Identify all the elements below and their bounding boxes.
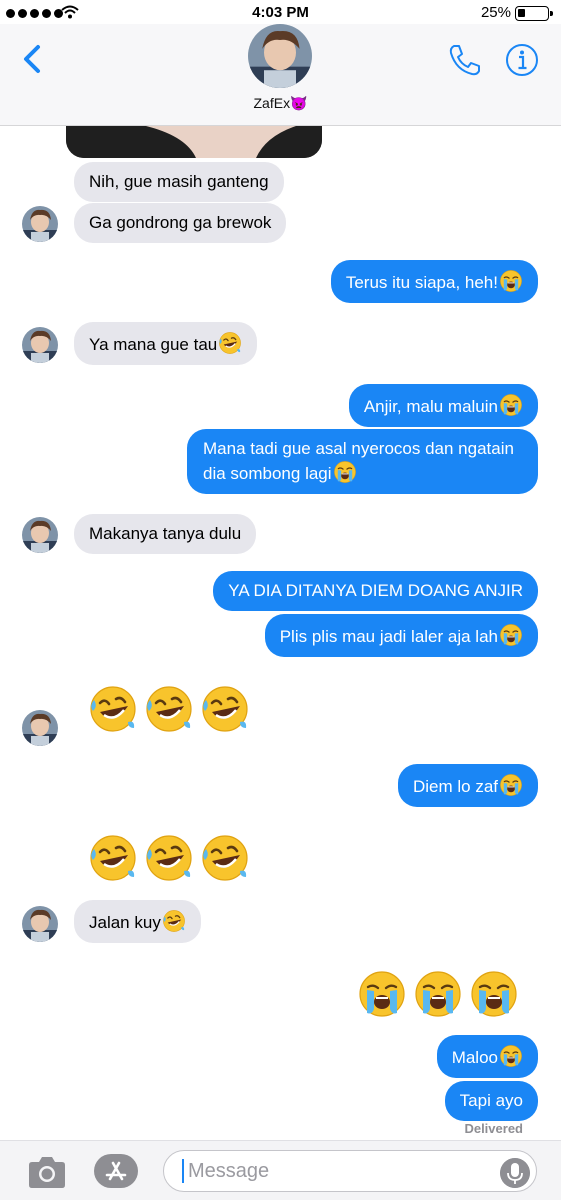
crying-emoji-icon xyxy=(333,460,356,484)
sender-avatar[interactable] xyxy=(22,206,58,242)
rofl-emoji-icon xyxy=(145,834,193,882)
incoming-message[interactable]: Makanya tanya dulu xyxy=(74,514,257,554)
sender-avatar[interactable] xyxy=(22,327,58,363)
battery-percentage: 25% xyxy=(480,4,511,21)
message-text: Mana tadi gue asal nyerocos dan ngatain … xyxy=(203,439,514,483)
rofl-emoji-icon xyxy=(162,909,186,933)
text-cursor xyxy=(182,1159,184,1183)
rofl-emoji-icon xyxy=(89,834,137,882)
message-text: Tapi ayo xyxy=(459,1091,523,1110)
delivered-status: Delivered xyxy=(464,1121,523,1136)
crying-emoji-icon xyxy=(499,393,523,417)
crying-emoji-icon xyxy=(414,970,462,1018)
message-text: Anjir, malu maluin xyxy=(363,397,498,416)
incoming-message[interactable]: Nih, gue masih ganteng xyxy=(74,162,284,202)
message-input[interactable] xyxy=(163,1150,537,1192)
sender-avatar[interactable] xyxy=(22,517,58,553)
message-text: Ya mana gue tau xyxy=(89,335,218,354)
camera-icon[interactable] xyxy=(26,1155,68,1191)
incoming-message[interactable]: Ya mana gue tau xyxy=(74,322,258,365)
outgoing-message[interactable]: Diem lo zaf xyxy=(397,764,538,807)
message-text: Jalan kuy xyxy=(89,913,161,932)
message-text: Maloo xyxy=(451,1048,498,1067)
sender-avatar[interactable] xyxy=(22,906,58,942)
crying-emoji-icon xyxy=(499,1044,523,1068)
crying-emoji-icon xyxy=(499,773,523,797)
incoming-message[interactable]: Jalan kuy xyxy=(74,900,201,943)
shared-photo-image xyxy=(66,126,322,158)
crying-emoji-icon xyxy=(470,970,518,1018)
microphone-icon[interactable] xyxy=(500,1158,530,1188)
contact-avatar[interactable] xyxy=(248,24,312,88)
outgoing-message[interactable]: Tapi ayo xyxy=(444,1081,538,1121)
outgoing-message[interactable]: Terus itu siapa, heh! xyxy=(330,260,538,303)
status-time: 4:03 PM xyxy=(252,4,309,21)
incoming-emoji-message[interactable] xyxy=(88,833,250,883)
battery-icon xyxy=(515,6,553,21)
message-input-bar xyxy=(0,1140,561,1200)
outgoing-emoji-message[interactable] xyxy=(357,969,519,1019)
crying-emoji-icon xyxy=(358,970,406,1018)
message-text: Makanya tanya dulu xyxy=(89,524,242,543)
outgoing-message[interactable]: Anjir, malu maluin xyxy=(348,384,538,427)
incoming-message[interactable]: Ga gondrong ga brewok xyxy=(74,203,287,243)
rofl-emoji-icon xyxy=(201,834,249,882)
outgoing-message[interactable]: YA DIA DITANYA DIEM DOANG ANJIR xyxy=(213,571,538,611)
outgoing-message[interactable]: Plis plis mau jadi laler aja lah xyxy=(264,614,538,657)
app-store-icon[interactable] xyxy=(92,1153,140,1189)
crying-emoji-icon xyxy=(499,269,523,293)
back-chevron-icon[interactable] xyxy=(18,39,48,79)
status-bar: 4:03 PM 25% xyxy=(0,0,561,24)
rofl-emoji-icon xyxy=(89,685,137,733)
outgoing-message[interactable]: Maloo xyxy=(436,1035,538,1078)
phone-icon[interactable] xyxy=(447,42,483,78)
crying-emoji-icon xyxy=(499,623,523,647)
rofl-emoji-icon xyxy=(145,685,193,733)
rofl-emoji-icon xyxy=(219,331,242,355)
message-text: Diem lo zaf xyxy=(412,777,498,796)
outgoing-message[interactable]: Mana tadi gue asal nyerocos dan ngatain … xyxy=(187,429,538,494)
message-text: Plis plis mau jadi laler aja lah xyxy=(279,627,498,646)
shared-photo[interactable] xyxy=(66,126,322,158)
incoming-emoji-message[interactable] xyxy=(88,684,250,734)
contact-name[interactable]: ZafEx👿 xyxy=(0,95,561,112)
message-text: YA DIA DITANYA DIEM DOANG ANJIR xyxy=(228,581,523,600)
message-text: Ga gondrong ga brewok xyxy=(89,213,272,232)
conversation-header: ZafEx👿 xyxy=(0,24,561,126)
info-icon[interactable] xyxy=(504,42,540,78)
message-text: Nih, gue masih ganteng xyxy=(89,172,269,191)
sender-avatar[interactable] xyxy=(22,710,58,746)
rofl-emoji-icon xyxy=(201,685,249,733)
message-text: Terus itu siapa, heh! xyxy=(345,273,498,292)
